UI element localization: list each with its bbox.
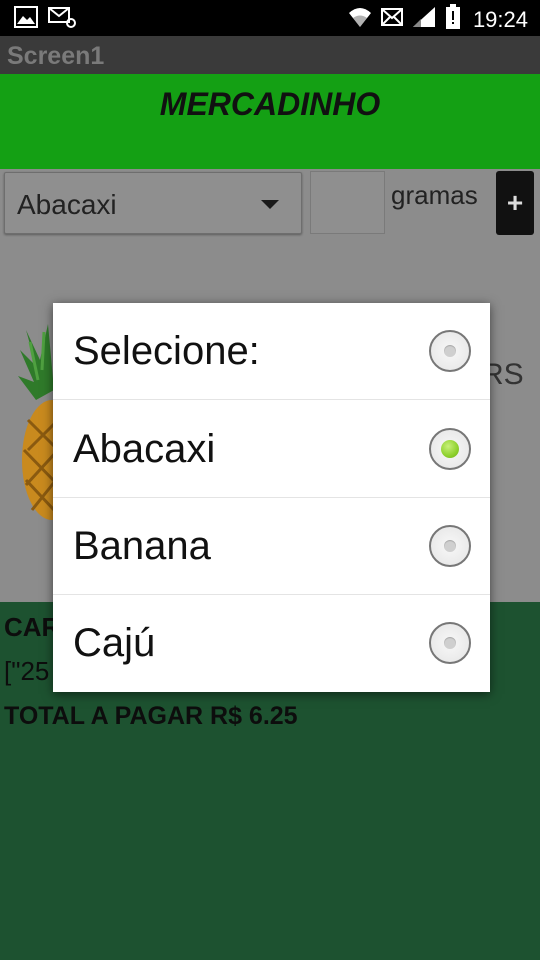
message-icon (380, 7, 403, 32)
signal-icon (411, 5, 437, 34)
dialog-option-label: Selecione: (73, 329, 260, 373)
radio-button[interactable] (429, 525, 471, 567)
radio-dot-icon (444, 637, 456, 649)
radio-dot-icon (444, 540, 456, 552)
dialog-option-label: Cajú (73, 621, 156, 665)
dialog-option-label: Abacaxi (73, 427, 216, 471)
dialog-option-selecione[interactable]: Selecione: (53, 303, 490, 400)
header-banner: MERCADINHO (0, 74, 540, 169)
quantity-input[interactable] (310, 171, 385, 234)
status-bar: 19:24 (0, 0, 540, 36)
radio-button[interactable] (429, 330, 471, 372)
cart-label: CAR (4, 612, 61, 642)
add-button[interactable]: + (496, 171, 534, 235)
radio-button[interactable] (429, 622, 471, 664)
dialog-option-label: Banana (73, 524, 211, 568)
radio-checked-icon (441, 440, 459, 458)
unit-label: gramas (391, 180, 478, 210)
radio-dot-icon (444, 345, 456, 357)
battery-alert-icon (445, 4, 461, 35)
product-spinner[interactable]: Abacaxi (4, 172, 302, 234)
dialog-option-banana[interactable]: Banana (53, 498, 490, 595)
store-title: MERCADINHO (159, 86, 381, 122)
total-label: TOTAL A PAGAR R$ 6.25 (4, 702, 298, 730)
wifi-icon (347, 5, 373, 34)
app-title-bar: Screen1 (0, 36, 540, 74)
email-notification-icon (48, 6, 76, 33)
dialog-option-abacaxi[interactable]: Abacaxi (53, 401, 490, 498)
status-time: 19:24 (472, 6, 528, 32)
dialog-option-caju[interactable]: Cajú (53, 595, 490, 692)
radio-button-selected[interactable] (429, 428, 471, 470)
dropdown-caret-icon (261, 200, 279, 209)
cart-list: ["25 (4, 656, 50, 686)
image-notification-icon (14, 6, 38, 33)
screen-title: Screen1 (7, 42, 105, 70)
product-selection-dialog: Selecione: Abacaxi Banana Cajú (53, 303, 490, 692)
pineapple-image (18, 320, 82, 525)
product-spinner-value: Abacaxi (17, 189, 117, 220)
